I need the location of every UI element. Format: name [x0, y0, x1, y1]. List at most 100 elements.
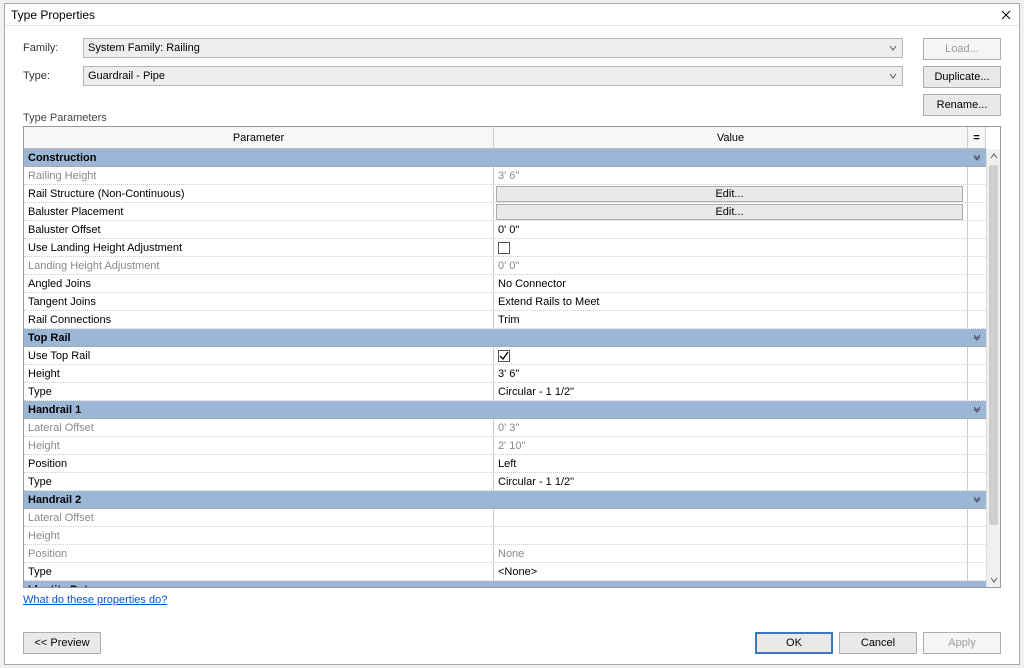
parameter-value-cell[interactable]: [494, 347, 968, 364]
parameter-value-cell[interactable]: 3' 6": [494, 365, 968, 382]
parameter-value-cell[interactable]: Extend Rails to Meet: [494, 293, 968, 310]
parameter-name-cell[interactable]: Lateral Offset: [24, 419, 494, 436]
collapse-icon[interactable]: [972, 153, 982, 163]
parameter-value-cell[interactable]: [494, 527, 968, 544]
help-link[interactable]: What do these properties do?: [23, 594, 167, 606]
parameter-row: Height3' 6": [24, 365, 986, 383]
parameter-name-cell[interactable]: Landing Height Adjustment: [24, 257, 494, 274]
category-label: Identity Data: [28, 584, 94, 588]
scroll-down-icon[interactable]: [987, 573, 1000, 587]
category-label: Handrail 1: [28, 404, 81, 416]
parameter-name-cell[interactable]: Rail Connections: [24, 311, 494, 328]
parameter-name-cell[interactable]: Use Landing Height Adjustment: [24, 239, 494, 256]
parameter-name-cell[interactable]: Height: [24, 527, 494, 544]
collapse-icon[interactable]: [972, 585, 982, 588]
equals-cell: [968, 185, 986, 202]
equals-cell: [968, 311, 986, 328]
collapse-icon[interactable]: [972, 333, 982, 343]
family-select-value: System Family: Railing: [88, 42, 200, 54]
category-row[interactable]: Top Rail: [24, 329, 986, 347]
parameter-value-cell[interactable]: Edit...: [494, 185, 968, 202]
type-select-value: Guardrail - Pipe: [88, 70, 165, 82]
ok-button[interactable]: OK: [755, 632, 833, 654]
column-parameter[interactable]: Parameter: [24, 127, 494, 148]
parameter-value-cell[interactable]: 3' 6": [494, 167, 968, 184]
parameter-row: Lateral Offset: [24, 509, 986, 527]
checkbox[interactable]: [498, 350, 510, 362]
vertical-scrollbar[interactable]: [986, 149, 1000, 587]
equals-cell: [968, 563, 986, 580]
parameter-name-cell[interactable]: Rail Structure (Non-Continuous): [24, 185, 494, 202]
type-select[interactable]: Guardrail - Pipe: [83, 66, 903, 86]
parameter-value-cell[interactable]: Edit...: [494, 203, 968, 220]
parameter-value-cell[interactable]: 0' 0": [494, 221, 968, 238]
category-row[interactable]: Identity Data: [24, 581, 986, 587]
close-icon[interactable]: [999, 8, 1013, 22]
parameter-row: Height2' 10": [24, 437, 986, 455]
parameter-value-cell[interactable]: [494, 509, 968, 526]
scrollbar-thumb[interactable]: [989, 165, 998, 525]
parameter-row: Angled JoinsNo Connector: [24, 275, 986, 293]
preview-button[interactable]: << Preview: [23, 632, 101, 654]
parameter-row: TypeCircular - 1 1/2": [24, 383, 986, 401]
parameter-value-cell[interactable]: None: [494, 545, 968, 562]
apply-button[interactable]: Apply: [923, 632, 1001, 654]
parameter-row: Use Top Rail: [24, 347, 986, 365]
parameter-name-cell[interactable]: Angled Joins: [24, 275, 494, 292]
parameter-name-cell[interactable]: Position: [24, 455, 494, 472]
checkbox[interactable]: [498, 242, 510, 254]
parameter-row: Baluster PlacementEdit...: [24, 203, 986, 221]
load-button[interactable]: Load...: [923, 38, 1001, 60]
scroll-up-icon[interactable]: [987, 149, 1000, 163]
grid-header: Parameter Value =: [24, 127, 986, 149]
parameter-value-cell[interactable]: Trim: [494, 311, 968, 328]
parameter-name-cell[interactable]: Height: [24, 365, 494, 382]
content-area: Family: System Family: Railing Type: Gua…: [5, 26, 1019, 614]
collapse-icon[interactable]: [972, 405, 982, 415]
parameter-name-cell[interactable]: Type: [24, 383, 494, 400]
family-row: Family: System Family: Railing: [23, 38, 1001, 58]
edit-button[interactable]: Edit...: [496, 186, 963, 202]
parameter-name-cell[interactable]: Baluster Placement: [24, 203, 494, 220]
dialog-title: Type Properties: [11, 8, 95, 22]
parameter-value-cell[interactable]: 0' 3": [494, 419, 968, 436]
parameter-value-cell[interactable]: 0' 0": [494, 257, 968, 274]
parameter-name-cell[interactable]: Type: [24, 563, 494, 580]
parameter-name-cell[interactable]: Type: [24, 473, 494, 490]
parameter-name-cell[interactable]: Height: [24, 437, 494, 454]
category-row[interactable]: Handrail 2: [24, 491, 986, 509]
parameters-grid: Parameter Value = ConstructionRailing He…: [23, 126, 1001, 588]
equals-cell: [968, 203, 986, 220]
rename-button[interactable]: Rename...: [923, 94, 1001, 116]
parameter-value-cell[interactable]: <None>: [494, 563, 968, 580]
parameter-value-cell[interactable]: Circular - 1 1/2": [494, 473, 968, 490]
parameter-row: Rail ConnectionsTrim: [24, 311, 986, 329]
edit-button[interactable]: Edit...: [496, 204, 963, 220]
category-row[interactable]: Handrail 1: [24, 401, 986, 419]
parameter-name-cell[interactable]: Railing Height: [24, 167, 494, 184]
parameter-name-cell[interactable]: Position: [24, 545, 494, 562]
parameter-name-cell[interactable]: Lateral Offset: [24, 509, 494, 526]
parameter-value-cell[interactable]: [494, 239, 968, 256]
equals-cell: [968, 383, 986, 400]
parameter-value-cell[interactable]: Left: [494, 455, 968, 472]
duplicate-button[interactable]: Duplicate...: [923, 66, 1001, 88]
parameter-row: TypeCircular - 1 1/2": [24, 473, 986, 491]
parameter-name-cell[interactable]: Tangent Joins: [24, 293, 494, 310]
parameter-value-cell[interactable]: No Connector: [494, 275, 968, 292]
category-row[interactable]: Construction: [24, 149, 986, 167]
parameter-value-cell[interactable]: 2' 10": [494, 437, 968, 454]
cancel-button[interactable]: Cancel: [839, 632, 917, 654]
family-select[interactable]: System Family: Railing: [83, 38, 903, 58]
column-equals[interactable]: =: [968, 127, 986, 148]
equals-cell: [968, 275, 986, 292]
parameter-value-cell[interactable]: Circular - 1 1/2": [494, 383, 968, 400]
parameter-name-cell[interactable]: Baluster Offset: [24, 221, 494, 238]
equals-cell: [968, 257, 986, 274]
column-value[interactable]: Value: [494, 127, 968, 148]
collapse-icon[interactable]: [972, 495, 982, 505]
parameter-name-cell[interactable]: Use Top Rail: [24, 347, 494, 364]
category-label: Top Rail: [28, 332, 71, 344]
parameter-row: Rail Structure (Non-Continuous)Edit...: [24, 185, 986, 203]
equals-cell: [968, 293, 986, 310]
